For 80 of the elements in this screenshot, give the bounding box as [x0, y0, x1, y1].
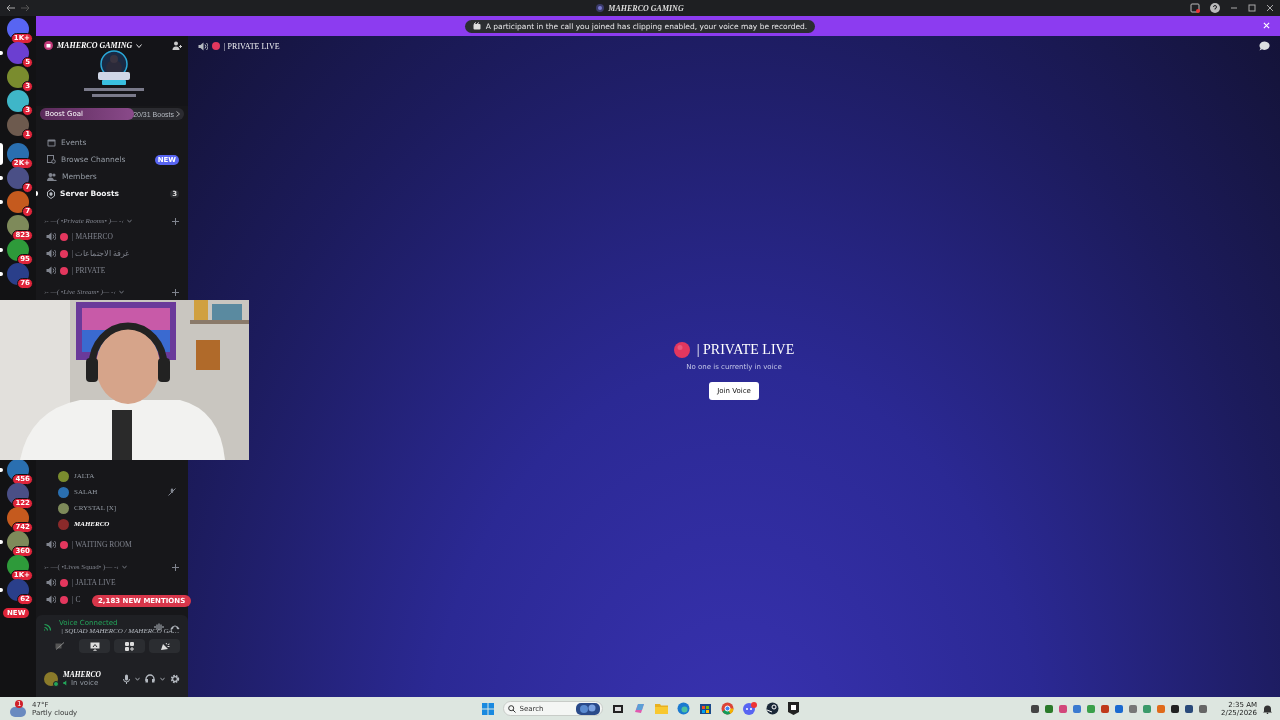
add-channel-icon[interactable]	[172, 563, 179, 571]
add-friend-icon[interactable]	[172, 41, 182, 50]
microphone-icon[interactable]	[123, 673, 130, 684]
speaker-icon	[46, 266, 56, 275]
browse-icon	[47, 155, 56, 164]
server-avatar[interactable]	[7, 42, 29, 64]
speaker-icon	[198, 41, 208, 51]
close-icon[interactable]	[1266, 4, 1274, 12]
speaker-icon	[46, 595, 56, 604]
minimize-icon[interactable]	[1230, 4, 1238, 12]
waveform-icon[interactable]	[154, 623, 164, 631]
live-dot-icon	[60, 578, 68, 587]
chevron-icon	[176, 111, 180, 117]
soundboard-icon	[159, 641, 170, 651]
channel-title: | PRIVATE LIVE	[224, 41, 280, 51]
server-avatar[interactable]	[7, 114, 29, 136]
speaker-icon	[63, 680, 69, 686]
server-icon	[596, 4, 605, 12]
user-avatar[interactable]	[44, 671, 58, 686]
server-avatar[interactable]	[7, 531, 29, 553]
server-avatar[interactable]	[7, 191, 29, 213]
server-icon	[44, 41, 53, 50]
windows-logo-icon[interactable]	[481, 702, 494, 715]
notification-bell-icon[interactable]	[1263, 703, 1272, 714]
boost-gem-icon	[47, 188, 55, 199]
live-dot-icon	[673, 341, 690, 358]
screen-share-icon	[89, 641, 100, 651]
maximize-icon[interactable]	[1248, 4, 1256, 12]
server-avatar[interactable]	[7, 579, 29, 601]
help-icon[interactable]	[1210, 3, 1220, 13]
inbox-icon[interactable]	[1190, 3, 1200, 13]
back-icon[interactable]	[6, 4, 16, 12]
user-avatar	[58, 470, 69, 482]
user-avatar	[58, 486, 69, 498]
screen-share-button[interactable]	[79, 639, 110, 653]
camera-off-icon	[54, 642, 65, 650]
live-dot-icon	[60, 266, 68, 275]
add-channel-icon[interactable]	[172, 217, 179, 225]
empty-channel-title: | PRIVATE LIVE	[696, 341, 795, 358]
epic-games-icon[interactable]	[787, 702, 799, 715]
chat-icon[interactable]	[1259, 41, 1270, 51]
disconnect-icon[interactable]	[170, 624, 180, 630]
task-view-icon[interactable]	[611, 702, 624, 715]
live-dot-icon	[60, 540, 68, 549]
search-icon	[507, 704, 516, 713]
clip-icon	[472, 22, 481, 30]
soundboard-button[interactable]	[149, 639, 180, 653]
live-dot-icon	[60, 232, 68, 241]
activities-icon	[125, 641, 134, 651]
speaker-icon	[46, 540, 56, 549]
add-channel-icon[interactable]	[172, 288, 179, 296]
server-avatar[interactable]	[7, 239, 29, 261]
steam-icon[interactable]	[765, 702, 779, 715]
server-avatar[interactable]	[7, 90, 29, 112]
chrome-icon[interactable]	[720, 702, 734, 715]
discord-icon[interactable]	[742, 702, 757, 715]
live-dot-icon	[60, 249, 68, 258]
live-dot-icon	[212, 42, 220, 50]
server-name[interactable]: MAHERCO GAMING	[57, 41, 133, 50]
server-avatar[interactable]	[7, 263, 29, 285]
members-icon	[47, 172, 57, 181]
speaker-icon	[46, 232, 56, 241]
signal-icon	[44, 623, 53, 631]
edge-browser-icon[interactable]	[676, 702, 690, 715]
calendar-icon	[47, 138, 56, 147]
window-title: MAHERCO GAMING	[608, 3, 684, 13]
headphones-icon[interactable]	[145, 674, 155, 683]
settings-icon[interactable]	[170, 673, 180, 684]
user-avatar	[58, 518, 69, 530]
server-avatar[interactable]	[7, 167, 29, 189]
activities-button[interactable]	[114, 639, 145, 653]
speaker-icon	[46, 249, 56, 258]
server-avatar[interactable]	[7, 215, 29, 237]
live-dot-icon	[60, 595, 68, 604]
server-avatar[interactable]	[7, 507, 29, 529]
speaker-icon	[46, 578, 56, 587]
server-avatar[interactable]	[7, 483, 29, 505]
server-avatar[interactable]	[7, 66, 29, 88]
store-icon[interactable]	[698, 702, 712, 715]
user-avatar	[58, 502, 69, 514]
